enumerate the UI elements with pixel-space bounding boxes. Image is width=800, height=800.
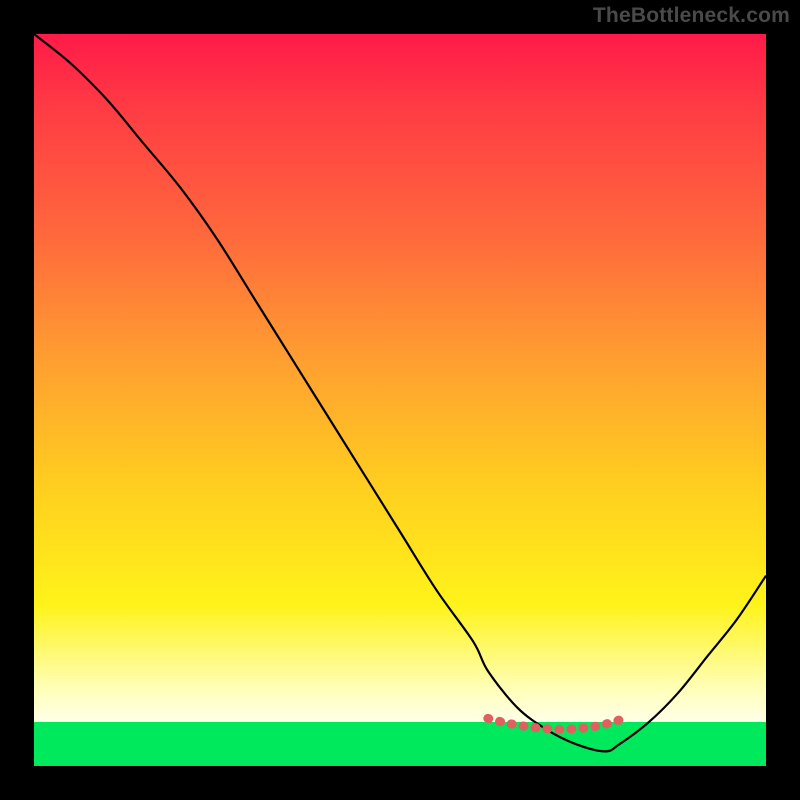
- bottleneck-curve-path: [34, 34, 766, 751]
- optimal-marker-path: [488, 718, 620, 729]
- plot-area: [34, 34, 766, 766]
- chart-frame: TheBottleneck.com: [0, 0, 800, 800]
- watermark-text: TheBottleneck.com: [593, 4, 790, 28]
- chart-svg: [34, 34, 766, 766]
